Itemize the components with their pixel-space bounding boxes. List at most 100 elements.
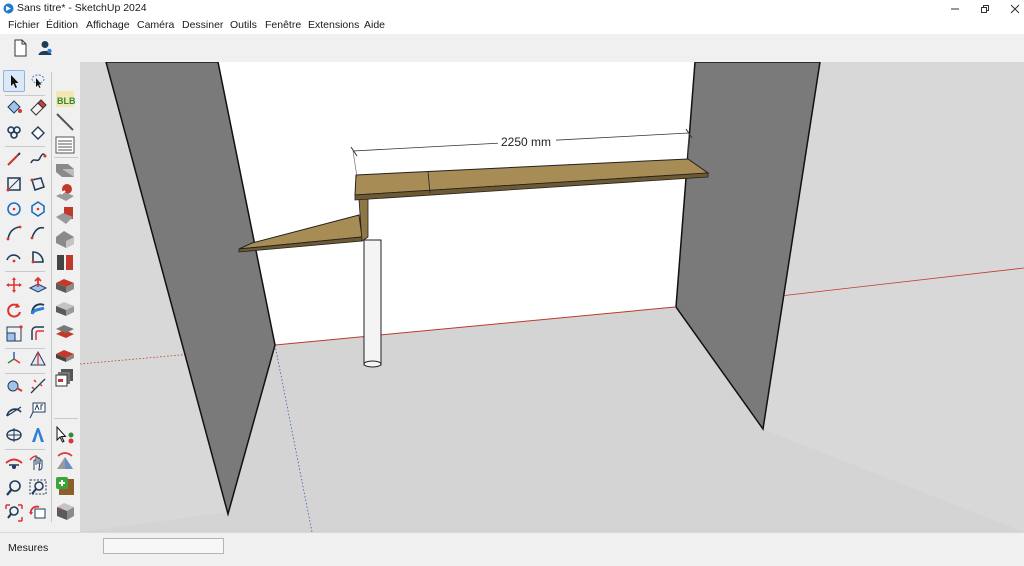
look-around-tool[interactable]	[27, 452, 49, 474]
close-button[interactable]	[998, 0, 1024, 17]
arc-3pt-tool[interactable]	[3, 246, 25, 268]
zoom-extents-icon	[5, 504, 23, 522]
pencil-icon	[7, 152, 21, 166]
close-icon	[1010, 4, 1020, 13]
offset-tool[interactable]	[27, 323, 49, 345]
text-tool[interactable]	[27, 400, 49, 422]
polygon-tool[interactable]	[27, 198, 49, 220]
menu-fichier[interactable]: Fichier	[8, 19, 40, 31]
previous-view-tool[interactable]	[27, 502, 49, 524]
zoom-window-tool[interactable]	[27, 477, 49, 499]
select-tool[interactable]	[3, 70, 25, 92]
warehouse-button[interactable]	[54, 367, 76, 389]
offset-icon	[31, 326, 44, 340]
dimension-icon	[30, 378, 46, 394]
menu-affichage[interactable]: Affichage	[86, 19, 130, 31]
walk-tool[interactable]	[3, 452, 25, 474]
paint-bucket-icon	[7, 100, 22, 114]
dimension-tool[interactable]	[27, 375, 49, 397]
push-pull-tool[interactable]	[27, 274, 49, 296]
arc-2pt-tool[interactable]	[27, 222, 49, 244]
stamp-icon	[56, 350, 74, 362]
components-tool[interactable]	[3, 121, 25, 143]
menu-outils[interactable]: Outils	[230, 19, 257, 31]
sketchup-logo-icon	[3, 3, 14, 14]
solid-subtract-button[interactable]	[54, 182, 76, 204]
new-file-icon	[14, 39, 27, 57]
lasso-select-tool[interactable]	[27, 70, 49, 92]
circle-tool[interactable]	[3, 198, 25, 220]
rotated-rectangle-tool[interactable]	[27, 173, 49, 195]
3d-viewport[interactable]: 2250 mm	[80, 62, 1024, 532]
arc-three-point-icon	[6, 254, 21, 263]
menu-aide[interactable]: Aide	[364, 19, 385, 31]
list-icon	[55, 136, 75, 154]
rectangle-tool[interactable]	[3, 173, 25, 195]
position-camera-tool[interactable]	[3, 424, 25, 446]
tape-measure-tool[interactable]	[3, 375, 25, 397]
tag-tool[interactable]	[27, 121, 49, 143]
axes-tool[interactable]	[3, 348, 25, 370]
blb-plugin-button[interactable]: BLB	[54, 88, 76, 110]
follow-me-icon	[30, 303, 45, 315]
scale-icon	[6, 325, 23, 342]
solid-union-button[interactable]	[54, 159, 76, 181]
pencil-tool[interactable]	[3, 148, 25, 170]
outer-shell-button[interactable]	[54, 274, 76, 296]
menu-extensions[interactable]: Extensions	[308, 19, 359, 31]
menu-dessiner[interactable]: Dessiner	[182, 19, 223, 31]
hand-icon	[29, 455, 43, 471]
rotated-rectangle-icon	[30, 177, 45, 191]
menu-camera[interactable]: Caméra	[137, 19, 174, 31]
eraser-tool[interactable]	[27, 96, 49, 118]
arc-tool[interactable]	[3, 222, 25, 244]
new-file-button[interactable]	[9, 37, 31, 59]
status-bar: Mesures	[0, 532, 1024, 566]
menu-fenetre[interactable]: Fenêtre	[265, 19, 301, 31]
select-cursor-button[interactable]	[54, 425, 76, 447]
menu-edition[interactable]: Édition	[46, 19, 78, 31]
back-wall	[218, 62, 695, 345]
stamp-button[interactable]	[54, 344, 76, 366]
user-account-button[interactable]	[34, 37, 56, 59]
table-leg-foot	[363, 360, 382, 368]
arc-icon	[6, 225, 22, 241]
solid-trim-button[interactable]	[54, 205, 76, 227]
dimension-label[interactable]: 2250 mm	[501, 135, 551, 149]
scale-tool[interactable]	[3, 323, 25, 345]
send-to-layout-icon	[57, 503, 74, 520]
3d-text-tool[interactable]	[27, 424, 49, 446]
flip-button[interactable]	[54, 450, 76, 472]
blb-plugin-icon: BLB	[56, 91, 76, 107]
follow-me-tool[interactable]	[27, 299, 49, 321]
send-to-layout-button[interactable]	[54, 500, 76, 522]
zoom-tool[interactable]	[3, 477, 25, 499]
outer-shell-icon	[56, 279, 74, 293]
paint-bucket-tool[interactable]	[3, 96, 25, 118]
protractor-tool[interactable]	[3, 400, 25, 422]
table-leg	[363, 239, 382, 366]
solid-split-button[interactable]	[54, 251, 76, 273]
pie-tool[interactable]	[27, 246, 49, 268]
solid-intersect-icon	[56, 231, 74, 248]
minimize-button[interactable]	[938, 0, 972, 17]
list-button[interactable]	[54, 134, 76, 156]
extension-warehouse-button[interactable]	[54, 475, 76, 497]
layout-lines-button[interactable]	[54, 111, 76, 133]
measurements-input[interactable]	[103, 538, 224, 554]
solid-tools-button[interactable]	[54, 298, 76, 320]
eraser-icon	[30, 99, 47, 116]
move-tool[interactable]	[3, 274, 25, 296]
sandbox-button[interactable]	[54, 321, 76, 343]
lasso-icon	[31, 74, 45, 88]
3d-text-icon	[32, 428, 44, 442]
solid-trim-icon	[56, 207, 73, 224]
freehand-tool[interactable]	[27, 148, 49, 170]
top-toolbar	[0, 34, 1024, 63]
restore-icon	[981, 4, 989, 13]
rotate-tool[interactable]	[3, 299, 25, 321]
solid-intersect-button[interactable]	[54, 228, 76, 250]
section-plane-tool[interactable]	[27, 348, 49, 370]
restore-button[interactable]	[968, 0, 1002, 17]
zoom-extents-tool[interactable]	[3, 502, 25, 524]
